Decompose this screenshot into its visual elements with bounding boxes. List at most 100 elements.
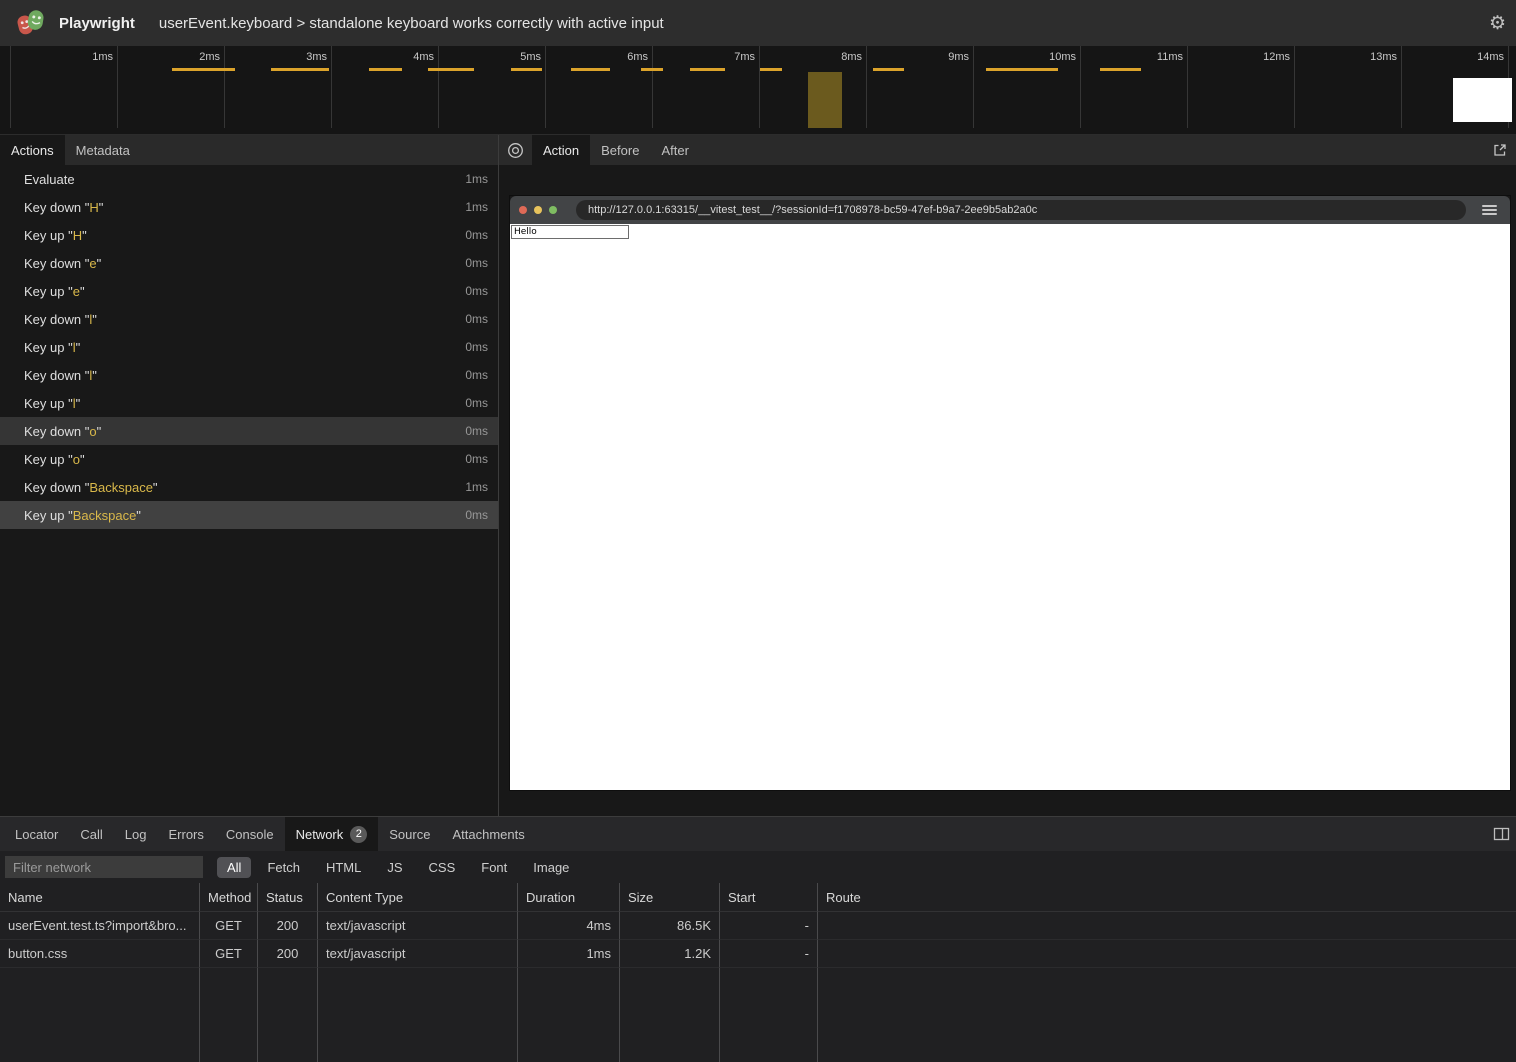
timeline-activity-bar [1100,68,1141,71]
network-table: NameMethodStatusContent TypeDurationSize… [0,883,1516,1062]
network-column-header[interactable]: Start [720,883,818,912]
timeline-tick-label: 9ms [911,51,969,63]
network-column-header[interactable]: Status [258,883,318,912]
network-column-header[interactable]: Size [620,883,720,912]
network-column-header[interactable]: Content Type [318,883,518,912]
snapshot-page [510,224,1510,790]
action-row[interactable]: Key up "Backspace"0ms [0,501,498,529]
action-row[interactable]: Key up "H"0ms [0,221,498,249]
browser-menu-icon[interactable] [1482,205,1497,215]
timeline-gridline [866,46,867,128]
action-row[interactable]: Key down "l"0ms [0,361,498,389]
tab-actions[interactable]: Actions [0,135,65,165]
network-column-header[interactable]: Method [200,883,258,912]
tab-console[interactable]: Console [215,817,285,851]
action-duration: 0ms [465,508,488,522]
network-column-header[interactable]: Route [818,883,1516,912]
open-snapshot-external-icon[interactable] [1484,135,1516,165]
action-title: Key down "e" [24,256,101,271]
action-row[interactable]: Evaluate1ms [0,165,498,193]
action-row[interactable]: Key up "l" 0ms [0,389,498,417]
network-column-header[interactable]: Duration [518,883,620,912]
action-key-value: l [89,312,92,327]
network-cell [818,912,1516,940]
tab-label: Call [80,827,102,842]
timeline-gridline [973,46,974,128]
action-title: Key up "H" [24,228,87,243]
network-header-row: NameMethodStatusContent TypeDurationSize… [0,883,1516,912]
tab-network[interactable]: Network2 [285,817,379,851]
action-title: Key up "e" [24,284,85,299]
action-key-value: Backspace [73,508,137,523]
timeline[interactable]: 1ms2ms3ms4ms5ms6ms7ms8ms9ms10ms11ms12ms1… [0,46,1516,135]
timeline-tick-label: 6ms [590,51,648,63]
action-title: Evaluate [24,172,75,187]
details-panel: Locator Call LogErrorsConsoleNetwork2Sourc… [0,817,1516,1062]
timeline-activity-bar [641,68,663,71]
timeline-film-thumbnail[interactable] [1453,78,1512,122]
tab-metadata[interactable]: Metadata [65,135,141,165]
network-column-header[interactable]: Name [0,883,200,912]
tab-call[interactable]: Call [69,817,113,851]
network-row[interactable]: button.cssGET200text/javascript1ms1.2K- [0,940,1516,968]
settings-gear-icon[interactable]: ⚙ [1489,0,1506,46]
chip-font[interactable]: Font [471,857,517,878]
chip-html[interactable]: HTML [316,857,371,878]
action-title: Key up "l" [24,396,80,411]
timeline-gridline [438,46,439,128]
tab-log[interactable]: Log [114,817,158,851]
network-row[interactable]: userEvent.test.ts?import&bro...GET200tex… [0,912,1516,940]
action-row[interactable]: Key up "o"0ms [0,445,498,473]
tab-locator[interactable]: Locator [4,817,69,851]
timeline-gridline [1080,46,1081,128]
snapshot-panel: Action Before After [499,135,1516,816]
chip-fetch[interactable]: Fetch [257,857,310,878]
tab-errors[interactable]: Errors [157,817,214,851]
action-title: Key down "H" [24,200,103,215]
timeline-gridline [1294,46,1295,128]
network-cell [818,940,1516,968]
test-title: userEvent.keyboard > standalone keyboard… [159,15,664,32]
chip-js[interactable]: JS [377,857,412,878]
action-row[interactable]: Key down "o"0ms [0,417,498,445]
chip-all[interactable]: All [217,857,251,878]
filter-network-input[interactable] [5,856,203,878]
timeline-activity-bar [271,68,329,71]
action-row[interactable]: Key up "e" 0ms [0,277,498,305]
tab-before[interactable]: Before [590,135,650,165]
tab-source[interactable]: Source [378,817,441,851]
action-row[interactable]: Key down "H" 1ms [0,193,498,221]
network-empty-cell [318,968,518,1062]
action-row[interactable]: Key down "e"0ms [0,249,498,277]
timeline-gridline [759,46,760,128]
tab-action[interactable]: Action [532,135,590,165]
timeline-selected-range [808,72,842,128]
timeline-activity-bar [760,68,782,71]
chip-css[interactable]: CSS [419,857,466,878]
action-key-value: l [73,396,76,411]
tab-attachments[interactable]: Attachments [441,817,535,851]
action-row[interactable]: Key down "Backspace"1ms [0,473,498,501]
split-view-icon[interactable] [1493,817,1510,851]
network-cell: 200 [258,940,318,968]
timeline-activity-bar [986,68,1058,71]
timeline-gridline [1401,46,1402,128]
action-duration: 0ms [465,396,488,410]
timeline-tick-label: 1ms [55,51,113,63]
chip-image[interactable]: Image [523,857,579,878]
tab-after[interactable]: After [650,135,699,165]
page-url: http://127.0.0.1:63315/__vitest_test__/?… [588,204,1037,216]
snapshot-text-input[interactable] [511,225,629,239]
timeline-gridline [1187,46,1188,128]
timeline-gridline [331,46,332,128]
pick-locator-target-icon[interactable] [499,135,532,165]
action-duration: 1ms [465,200,488,214]
action-duration: 0ms [465,284,488,298]
action-key-value: e [89,256,96,271]
action-row[interactable]: Key up "l"0ms [0,333,498,361]
tab-label: Locator [15,827,58,842]
actions-list: Evaluate1msKey down "H"1msKey up "H"0msK… [0,165,498,816]
trace-viewer-window: Playwright userEvent.keyboard > standalo… [0,0,1516,1062]
action-row[interactable]: Key down "l"0ms [0,305,498,333]
timeline-tick-label: 11ms [1125,51,1183,63]
